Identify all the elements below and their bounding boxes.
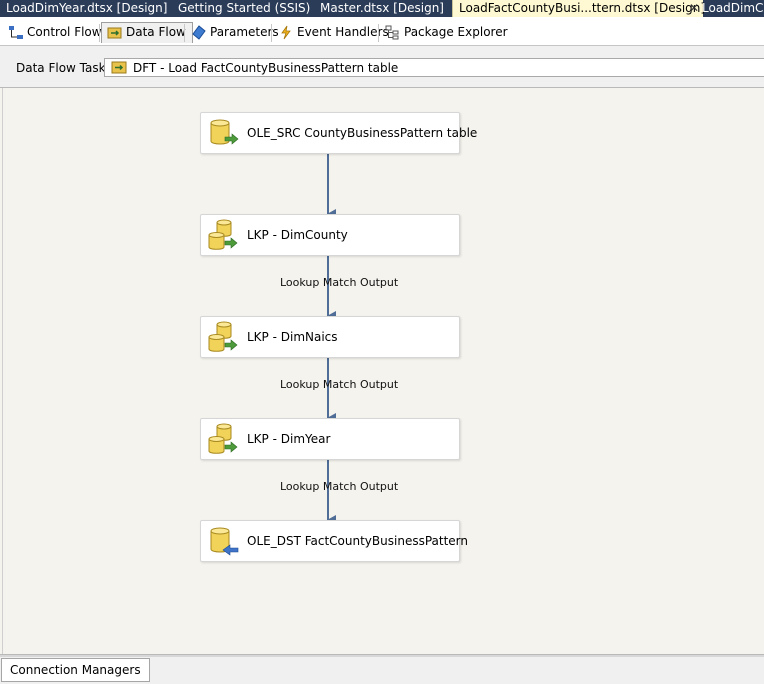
doc-tab-loaddimyear[interactable]: LoadDimYear.dtsx [Design] xyxy=(0,0,178,17)
doc-tab-label: LoadFactCountyBusi...ttern.dtsx [Design] xyxy=(459,1,706,15)
doc-tab-master[interactable]: Master.dtsx [Design] xyxy=(314,0,458,17)
component-label: LKP - DimNaics xyxy=(247,330,338,344)
component-label: OLE_SRC CountyBusinessPattern table xyxy=(247,126,478,140)
doc-tab-loadfactcountybusinesspattern[interactable]: LoadFactCountyBusi...ttern.dtsx [Design]… xyxy=(452,0,706,17)
doc-tab-loaddimco[interactable]: LoadDimCo xyxy=(696,0,764,17)
doc-tab-label: Master.dtsx [Design] xyxy=(320,1,444,15)
tab-package-explorer[interactable]: Package Explorer xyxy=(380,22,514,43)
data-flow-task-dropdown[interactable]: DFT - Load FactCountyBusinessPattern tab… xyxy=(104,58,764,77)
path-label[interactable]: Lookup Match Output xyxy=(280,480,398,493)
tab-data-flow[interactable]: Data Flow xyxy=(101,22,193,43)
control-flow-icon xyxy=(9,26,23,39)
tab-connection-managers[interactable]: Connection Managers xyxy=(1,658,150,682)
ole-db-source-component[interactable]: OLE_SRC CountyBusinessPattern table xyxy=(200,112,477,154)
tab-parameters[interactable]: Parameters xyxy=(186,22,285,43)
tab-label: Event Handlers xyxy=(297,25,389,39)
package-explorer-icon xyxy=(385,25,399,40)
document-tab-strip: LoadDimYear.dtsx [Design] Getting Starte… xyxy=(0,0,764,17)
lookup-dimyear-component[interactable]: LKP - DimYear xyxy=(200,418,460,460)
path-label[interactable]: Lookup Match Output xyxy=(280,378,398,391)
ole-db-destination-icon xyxy=(210,527,239,556)
component-label: OLE_DST FactCountyBusinessPattern xyxy=(247,534,468,548)
flow-connectors xyxy=(327,154,336,525)
tab-divider xyxy=(271,24,272,42)
designer-tab-bar: Control Flow Data Flow Parameters Event … xyxy=(0,17,764,46)
tab-control-flow[interactable]: Control Flow xyxy=(3,22,108,43)
connection-managers-panel: Connection Managers xyxy=(0,657,764,684)
tab-label: Data Flow xyxy=(126,25,186,39)
doc-tab-getting-started[interactable]: Getting Started (SSIS) xyxy=(172,0,320,17)
tab-event-handlers[interactable]: Event Handlers xyxy=(273,22,395,43)
data-flow-task-label: Data Flow Task: xyxy=(16,61,110,75)
tab-divider xyxy=(184,24,185,42)
path-label[interactable]: Lookup Match Output xyxy=(280,276,398,289)
ole-db-destination-component[interactable]: OLE_DST FactCountyBusinessPattern xyxy=(200,520,468,562)
ole-db-source-icon xyxy=(210,119,239,145)
tab-divider xyxy=(99,24,100,42)
lookup-dimcounty-component[interactable]: LKP - DimCounty xyxy=(200,214,460,256)
lookup-icon xyxy=(208,423,238,454)
data-flow-icon xyxy=(107,27,122,39)
doc-tab-label: Getting Started (SSIS) xyxy=(178,1,311,15)
data-flow-canvas[interactable]: OLE_SRC CountyBusinessPattern table LKP … xyxy=(2,88,764,654)
tab-divider xyxy=(378,24,379,42)
parameters-icon xyxy=(192,25,206,40)
doc-tab-label: LoadDimCo xyxy=(702,1,764,15)
tab-label: Package Explorer xyxy=(404,25,508,39)
tab-label: Connection Managers xyxy=(10,663,141,677)
lookup-icon xyxy=(208,321,238,352)
data-flow-task-bar: Data Flow Task: DFT - Load FactCountyBus… xyxy=(0,46,764,88)
doc-tab-label: LoadDimYear.dtsx [Design] xyxy=(6,1,168,15)
lookup-dimnaics-component[interactable]: LKP - DimNaics xyxy=(200,316,460,358)
tab-label: Parameters xyxy=(210,25,279,39)
data-flow-task-icon xyxy=(111,61,127,74)
component-label: LKP - DimCounty xyxy=(247,228,348,242)
component-label: LKP - DimYear xyxy=(247,432,331,446)
tab-label: Control Flow xyxy=(27,25,102,39)
data-flow-task-value: DFT - Load FactCountyBusinessPattern tab… xyxy=(133,61,399,75)
event-handlers-icon xyxy=(281,25,291,40)
lookup-icon xyxy=(208,219,238,250)
